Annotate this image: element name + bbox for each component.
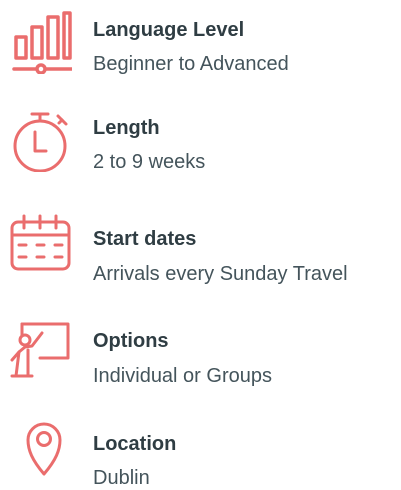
info-title: Length (93, 117, 160, 139)
info-item-length: Length 2 to 9 weeks (0, 104, 401, 184)
calendar-icon (8, 213, 72, 277)
info-description: 2 to 9 weeks (93, 151, 206, 173)
info-item-location: Location Dublin (0, 410, 401, 490)
info-item-start-dates: Start dates Arrivals every Sunday Travel (0, 207, 401, 287)
info-title: Language Level (93, 19, 245, 41)
info-description: Beginner to Advanced (93, 53, 289, 75)
info-description: Individual or Groups (93, 365, 272, 387)
info-title: Options (93, 330, 169, 352)
info-title: Start dates (93, 228, 197, 250)
location-pin-icon (8, 412, 72, 476)
level-bars-icon (8, 10, 72, 74)
teacher-board-icon (8, 316, 72, 380)
info-description: Dublin (93, 467, 150, 489)
info-description: Arrivals every Sunday Travel (93, 263, 348, 285)
info-item-language-level: Language Level Beginner to Advanced (0, 6, 401, 86)
stopwatch-icon (8, 108, 72, 172)
info-item-options: Options Individual or Groups (0, 310, 401, 390)
info-title: Location (93, 433, 177, 455)
